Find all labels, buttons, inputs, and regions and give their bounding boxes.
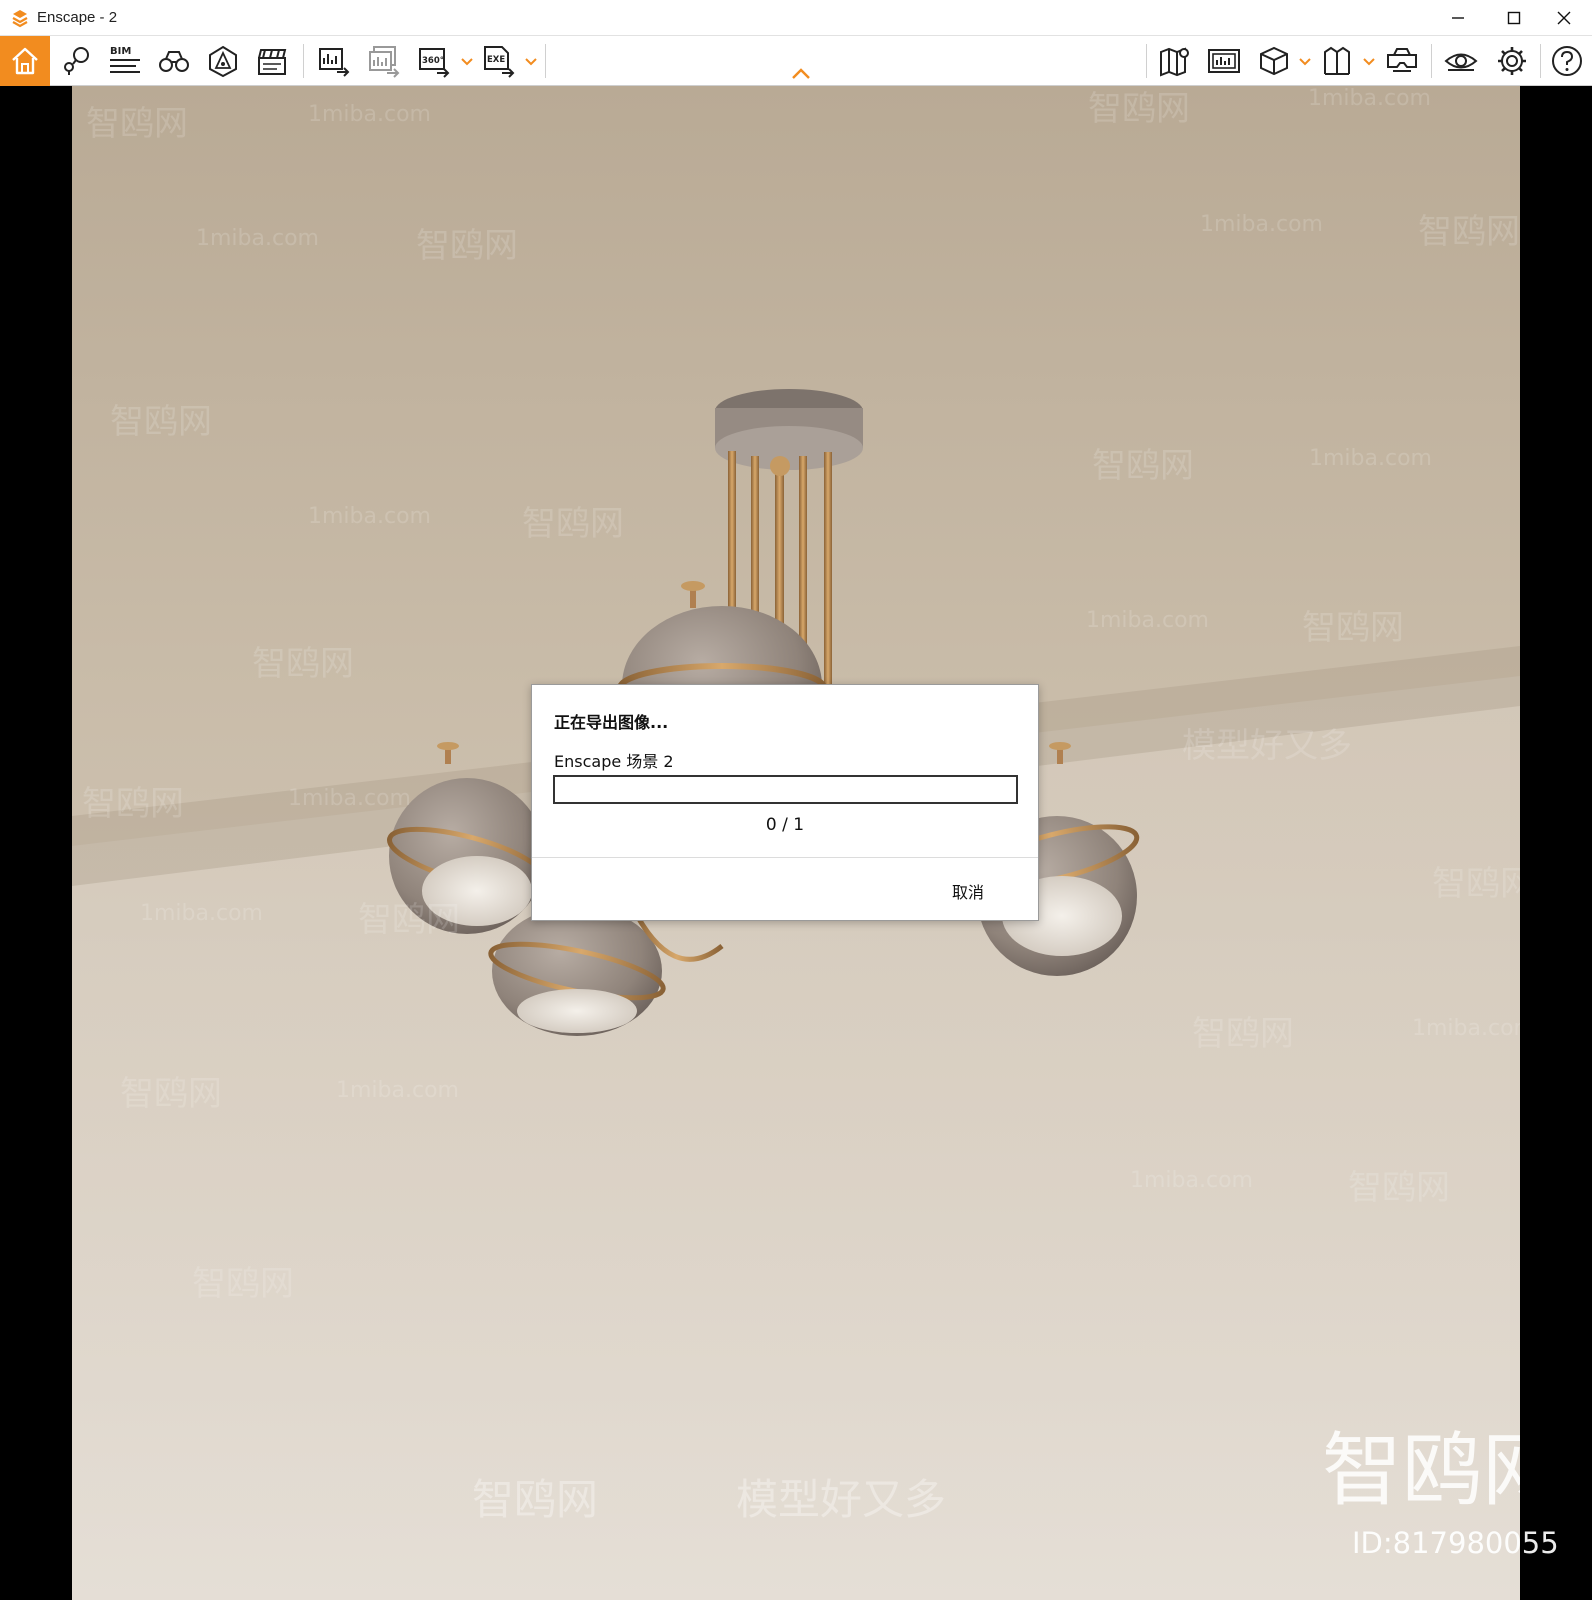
view-mode-button[interactable] xyxy=(1253,41,1295,81)
render-image-icon xyxy=(319,48,350,77)
watermark: 1miba.com xyxy=(1412,1016,1520,1041)
watermark: 智鸥网 xyxy=(472,1475,599,1524)
fly-mode-button[interactable] xyxy=(153,41,195,81)
maximize-button[interactable] xyxy=(1486,0,1542,36)
watermark: 智鸥网 xyxy=(192,1264,294,1304)
visibility-button[interactable] xyxy=(1440,41,1482,81)
watermark: 1miba.com xyxy=(1308,86,1431,111)
panorama-button[interactable]: 360° xyxy=(413,41,455,81)
exe-label: EXE xyxy=(487,55,505,65)
home-button[interactable] xyxy=(0,36,50,86)
render-preview-button[interactable] xyxy=(1203,41,1245,81)
vr-headset-button[interactable] xyxy=(1381,41,1423,81)
watermark: 智鸥网 xyxy=(82,784,184,824)
video-editor-button[interactable] xyxy=(251,41,293,81)
watermark: 智鸥网 xyxy=(1418,212,1520,252)
bim-icon: BIM xyxy=(110,46,140,73)
watermark: 智鸥网 xyxy=(1088,89,1190,129)
close-icon xyxy=(1557,11,1571,25)
watermark: 智鸥网 xyxy=(1192,1014,1294,1054)
render-image-icon xyxy=(1208,49,1240,73)
watermark: 智鸥网 xyxy=(358,900,460,940)
watermark: 1miba.com xyxy=(336,1078,459,1103)
watermark: 1miba.com xyxy=(1086,608,1209,633)
chevron-down-icon[interactable] xyxy=(524,54,538,68)
watermark-brand-large: 智鸥网 xyxy=(1322,1424,1520,1517)
toolbar-separator xyxy=(545,44,546,78)
chevron-down-icon[interactable] xyxy=(1362,54,1376,68)
watermark-id: ID:817980055 xyxy=(1352,1526,1559,1560)
home-icon xyxy=(12,47,38,75)
dialog-title: 正在导出图像... xyxy=(554,713,669,732)
watermark: 1miba.com xyxy=(1130,1168,1253,1193)
map-button[interactable] xyxy=(1154,41,1196,81)
dialog-divider xyxy=(532,857,1038,858)
scene-name-label: Enscape 场景 2 xyxy=(554,752,674,771)
help-icon xyxy=(1552,46,1582,76)
cancel-button[interactable]: 取消 xyxy=(952,879,984,903)
minimize-button[interactable] xyxy=(1430,0,1486,36)
enscape-logo-icon xyxy=(12,10,28,28)
sync-views-button[interactable] xyxy=(55,41,97,81)
video-editor-icon xyxy=(258,49,287,75)
settings-icon xyxy=(1498,47,1526,75)
batch-render-icon xyxy=(369,46,400,78)
watermark: 模型好又多 xyxy=(1182,726,1352,766)
export-standalone-button[interactable]: EXE xyxy=(478,41,520,81)
chevron-up-icon[interactable] xyxy=(790,66,812,82)
settings-button[interactable] xyxy=(1491,41,1533,81)
watermark: 智鸥网 xyxy=(1302,608,1404,648)
export-progress-bar xyxy=(553,775,1018,804)
toolbar-separator xyxy=(1146,44,1147,78)
chevron-down-icon[interactable] xyxy=(1298,54,1312,68)
render-image-button[interactable] xyxy=(313,41,355,81)
panorama-icon: 360° xyxy=(419,48,450,78)
asset-library-button[interactable] xyxy=(202,41,244,81)
watermark: 智鸥网 xyxy=(1092,446,1194,486)
watermark: 智鸥网 xyxy=(522,504,624,544)
toolbar-separator xyxy=(1540,44,1541,78)
bim-label: BIM xyxy=(110,46,131,57)
watermark: 智鸥网 xyxy=(120,1074,222,1114)
watermark: 1miba.com xyxy=(196,226,319,251)
window-title: Enscape - 2 xyxy=(37,9,118,26)
watermark: 智鸥网 xyxy=(110,402,212,442)
panorama-label: 360° xyxy=(422,56,444,66)
main-toolbar: BIM 360° EXE xyxy=(0,36,1592,86)
watermark: 智鸥网 xyxy=(416,226,518,266)
export-standalone-icon: EXE xyxy=(484,46,515,78)
view-mode-icon xyxy=(1260,46,1288,76)
watermark: 1miba.com xyxy=(140,901,263,926)
maximize-icon xyxy=(1507,11,1521,25)
progress-count: 0 / 1 xyxy=(765,815,805,835)
watermark: 1miba.com xyxy=(288,786,411,811)
watermark: 1miba.com xyxy=(1200,212,1323,237)
watermark: 1miba.com xyxy=(1309,446,1432,471)
watermark: 1miba.com xyxy=(308,504,431,529)
visibility-icon xyxy=(1444,53,1478,71)
close-button[interactable] xyxy=(1536,0,1592,36)
watermark: 智鸥网 xyxy=(252,644,354,684)
chevron-down-icon[interactable] xyxy=(460,54,474,68)
watermark: 智鸥网 xyxy=(1348,1168,1450,1208)
watermark: 模型好又多 xyxy=(736,1475,947,1524)
watermark: 智鸥网 xyxy=(1432,864,1520,904)
title-bar: Enscape - 2 xyxy=(0,0,1592,36)
bim-button[interactable]: BIM xyxy=(104,41,146,81)
export-progress-dialog: 正在导出图像... Enscape 场景 2 0 / 1 取消 xyxy=(531,684,1039,921)
toolbar-separator xyxy=(1431,44,1432,78)
library-icon xyxy=(1324,46,1350,75)
asset-library-icon xyxy=(209,45,237,78)
batch-render-button[interactable] xyxy=(363,41,405,81)
binoculars-icon xyxy=(159,51,189,72)
help-button[interactable] xyxy=(1546,41,1588,81)
map-icon xyxy=(1160,47,1189,77)
toolbar-separator xyxy=(303,44,304,78)
minimize-icon xyxy=(1452,17,1464,19)
material-library-button[interactable] xyxy=(1317,41,1359,81)
watermark: 智鸥网 xyxy=(86,104,188,144)
vr-headset-icon xyxy=(1387,48,1417,72)
watermark: 1miba.com xyxy=(308,102,431,127)
sync-views-icon xyxy=(64,47,89,75)
